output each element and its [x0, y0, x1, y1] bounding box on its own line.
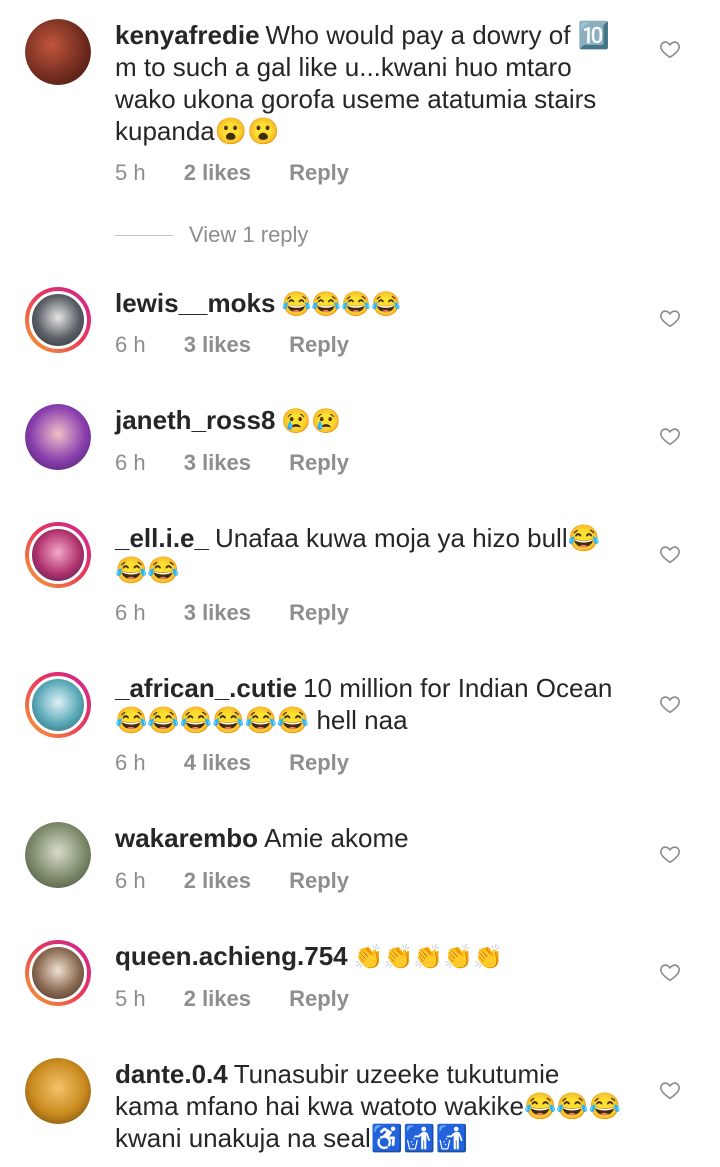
- comment-username[interactable]: queen.achieng.754: [115, 941, 348, 971]
- heart-outline-icon[interactable]: [659, 307, 681, 329]
- comment-time: 6 h: [115, 332, 146, 357]
- avatar[interactable]: [25, 19, 91, 85]
- comment-meta: 5 h 2 likes Reply: [115, 160, 381, 186]
- avatar[interactable]: [25, 404, 91, 470]
- comment-username[interactable]: _ell.i.e_: [115, 523, 209, 553]
- reply-button[interactable]: Reply: [289, 868, 349, 894]
- comment-likes[interactable]: 2 likes: [184, 868, 251, 894]
- reply-button[interactable]: Reply: [289, 750, 349, 776]
- comment-text: Amie akome: [264, 823, 409, 853]
- comment-username[interactable]: _african_.cutie: [115, 673, 297, 703]
- comment-text: 😂😂😂😂: [281, 291, 401, 318]
- heart-outline-icon[interactable]: [659, 693, 681, 715]
- comment-username[interactable]: dante.0.4: [115, 1059, 228, 1089]
- comment-meta: 6 h 2 likes Reply: [115, 868, 381, 894]
- comment-text: 👏👏👏👏👏: [353, 944, 504, 971]
- avatar[interactable]: [25, 287, 91, 353]
- avatar[interactable]: [25, 940, 91, 1006]
- comment-time: 6 h: [115, 868, 146, 893]
- heart-outline-icon[interactable]: [659, 1079, 681, 1101]
- comment-username[interactable]: wakarembo: [115, 823, 258, 853]
- reply-button[interactable]: Reply: [289, 160, 349, 186]
- view-replies-button[interactable]: View 1 reply: [115, 222, 308, 248]
- comment-likes[interactable]: 2 likes: [184, 986, 251, 1012]
- comment-time: 5 h: [115, 160, 146, 185]
- comment-meta: 6 h 4 likes Reply: [115, 750, 381, 776]
- comment-meta: 5 h 2 likes Reply: [115, 986, 381, 1012]
- avatar[interactable]: [25, 522, 91, 588]
- reply-button[interactable]: Reply: [289, 986, 349, 1012]
- reply-button[interactable]: Reply: [289, 450, 349, 476]
- comment-meta: 6 h 3 likes Reply: [115, 600, 381, 626]
- comment-time: 6 h: [115, 450, 146, 475]
- reply-button[interactable]: Reply: [289, 600, 349, 626]
- comment-username[interactable]: lewis__moks: [115, 288, 275, 318]
- comment-meta: 6 h 3 likes Reply: [115, 450, 381, 476]
- comment-meta: 6 h 3 likes Reply: [115, 332, 381, 358]
- divider: [115, 234, 173, 236]
- avatar[interactable]: [25, 672, 91, 738]
- heart-outline-icon[interactable]: [659, 961, 681, 983]
- view-replies-label: View 1 reply: [189, 222, 309, 247]
- heart-outline-icon[interactable]: [659, 425, 681, 447]
- comment-likes[interactable]: 3 likes: [184, 450, 251, 476]
- comment-text: 😢😢: [281, 408, 342, 435]
- comment-likes[interactable]: 3 likes: [184, 600, 251, 626]
- comment-likes[interactable]: 2 likes: [184, 160, 251, 186]
- comment-likes[interactable]: 4 likes: [184, 750, 251, 776]
- heart-outline-icon[interactable]: [659, 843, 681, 865]
- comment-likes[interactable]: 3 likes: [184, 332, 251, 358]
- comment-username[interactable]: kenyafredie: [115, 20, 260, 50]
- comment-time: 6 h: [115, 600, 146, 625]
- avatar[interactable]: [25, 822, 91, 888]
- comment-time: 5 h: [115, 986, 146, 1011]
- comment-username[interactable]: janeth_ross8: [115, 405, 275, 435]
- heart-outline-icon[interactable]: [659, 38, 681, 60]
- reply-button[interactable]: Reply: [289, 332, 349, 358]
- avatar[interactable]: [25, 1058, 91, 1124]
- comment-time: 6 h: [115, 750, 146, 775]
- heart-outline-icon[interactable]: [659, 543, 681, 565]
